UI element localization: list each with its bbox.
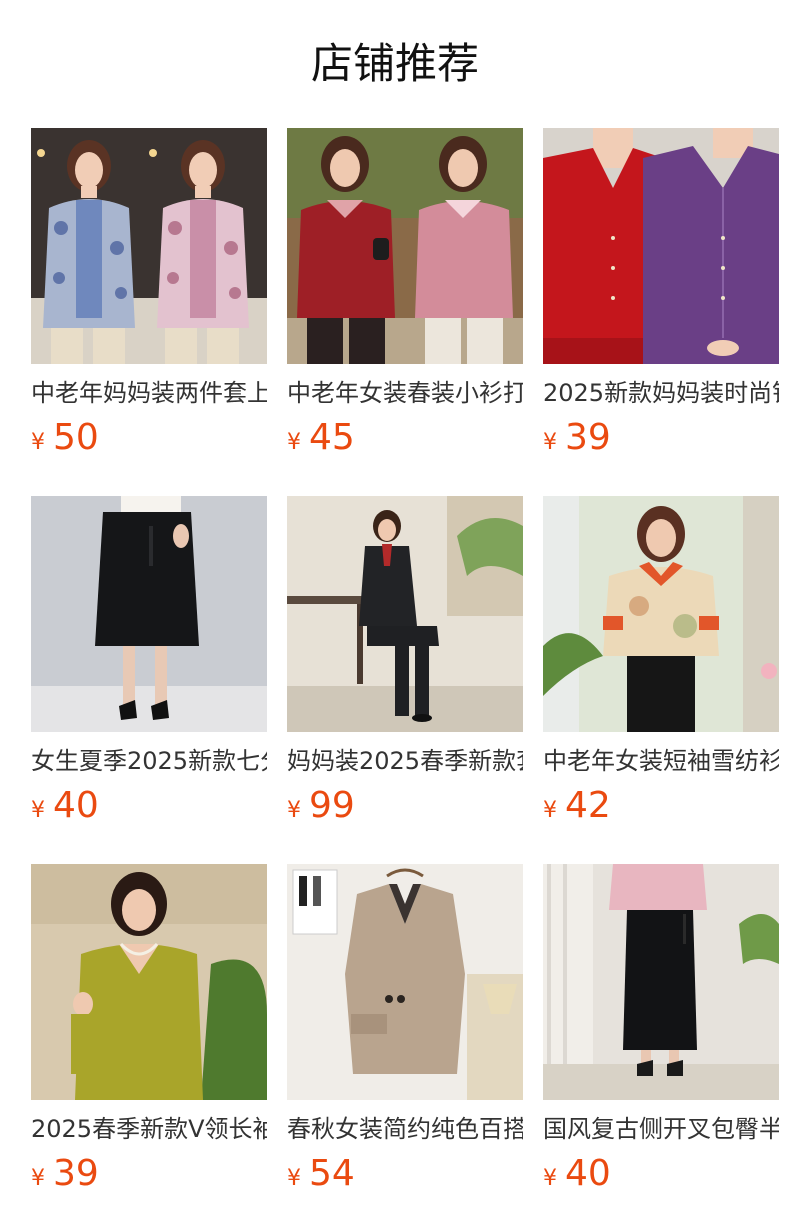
product-name[interactable]: 春秋女装简约纯色百搭马甲 bbox=[287, 1114, 523, 1144]
price-value: 45 bbox=[309, 417, 355, 458]
price-value: 39 bbox=[565, 417, 611, 458]
product-name[interactable]: 国风复古侧开叉包臀半身裙 bbox=[543, 1114, 779, 1144]
price-value: 54 bbox=[309, 1153, 355, 1194]
product-name[interactable]: 妈妈装2025春季新款套装 bbox=[287, 746, 523, 776]
product-price: ¥40 bbox=[31, 786, 267, 826]
product-price: ¥40 bbox=[543, 1154, 779, 1194]
product-card[interactable]: 中老年妈妈装两件套上衣 ¥50 bbox=[31, 128, 267, 496]
product-name[interactable]: 2025新款妈妈装时尚针织衫 bbox=[543, 378, 779, 408]
price-value: 40 bbox=[565, 1153, 611, 1194]
price-value: 99 bbox=[309, 785, 355, 826]
page-title: 店铺推荐 bbox=[310, 39, 479, 88]
currency-symbol: ¥ bbox=[287, 798, 301, 823]
product-image[interactable] bbox=[543, 128, 779, 364]
product-price: ¥45 bbox=[287, 418, 523, 458]
product-grid: 中老年妈妈装两件套上衣 ¥50 bbox=[31, 128, 779, 1232]
price-value: 39 bbox=[53, 1153, 99, 1194]
product-image[interactable] bbox=[543, 864, 779, 1100]
product-image[interactable] bbox=[31, 496, 267, 732]
product-image[interactable] bbox=[31, 864, 267, 1100]
product-name[interactable]: 中老年女装短袖雪纺衫 bbox=[543, 746, 779, 776]
currency-symbol: ¥ bbox=[31, 430, 45, 455]
currency-symbol: ¥ bbox=[543, 1166, 557, 1191]
currency-symbol: ¥ bbox=[31, 1166, 45, 1191]
product-price: ¥99 bbox=[287, 786, 523, 826]
price-value: 50 bbox=[53, 417, 99, 458]
product-name[interactable]: 2025春季新款V领长袖上衣 bbox=[31, 1114, 267, 1144]
product-name[interactable]: 中老年妈妈装两件套上衣 bbox=[31, 378, 267, 408]
product-image[interactable] bbox=[31, 128, 267, 364]
product-image[interactable] bbox=[287, 128, 523, 364]
currency-symbol: ¥ bbox=[543, 798, 557, 823]
product-image[interactable] bbox=[287, 864, 523, 1100]
product-price: ¥39 bbox=[31, 1154, 267, 1194]
currency-symbol: ¥ bbox=[287, 1166, 301, 1191]
product-image[interactable] bbox=[287, 496, 523, 732]
price-value: 40 bbox=[53, 785, 99, 826]
product-price: ¥50 bbox=[31, 418, 267, 458]
product-name[interactable]: 女生夏季2025新款七分裙 bbox=[31, 746, 267, 776]
product-card[interactable]: 2025春季新款V领长袖上衣 ¥39 bbox=[31, 864, 267, 1232]
product-price: ¥42 bbox=[543, 786, 779, 826]
product-card[interactable]: 女生夏季2025新款七分裙 ¥40 bbox=[31, 496, 267, 864]
currency-symbol: ¥ bbox=[31, 798, 45, 823]
price-value: 42 bbox=[565, 785, 611, 826]
currency-symbol: ¥ bbox=[287, 430, 301, 455]
product-card[interactable]: 国风复古侧开叉包臀半身裙 ¥40 bbox=[543, 864, 779, 1232]
product-card[interactable]: 2025新款妈妈装时尚针织衫 ¥39 bbox=[543, 128, 779, 496]
product-card[interactable]: 春秋女装简约纯色百搭马甲 ¥54 bbox=[287, 864, 523, 1232]
product-card[interactable]: 妈妈装2025春季新款套装 ¥99 bbox=[287, 496, 523, 864]
product-image[interactable] bbox=[543, 496, 779, 732]
product-price: ¥39 bbox=[543, 418, 779, 458]
product-price: ¥54 bbox=[287, 1154, 523, 1194]
currency-symbol: ¥ bbox=[543, 430, 557, 455]
product-name[interactable]: 中老年女装春装小衫打底衫 bbox=[287, 378, 523, 408]
product-card[interactable]: 中老年女装春装小衫打底衫 ¥45 bbox=[287, 128, 523, 496]
product-card[interactable]: 中老年女装短袖雪纺衫 ¥42 bbox=[543, 496, 779, 864]
